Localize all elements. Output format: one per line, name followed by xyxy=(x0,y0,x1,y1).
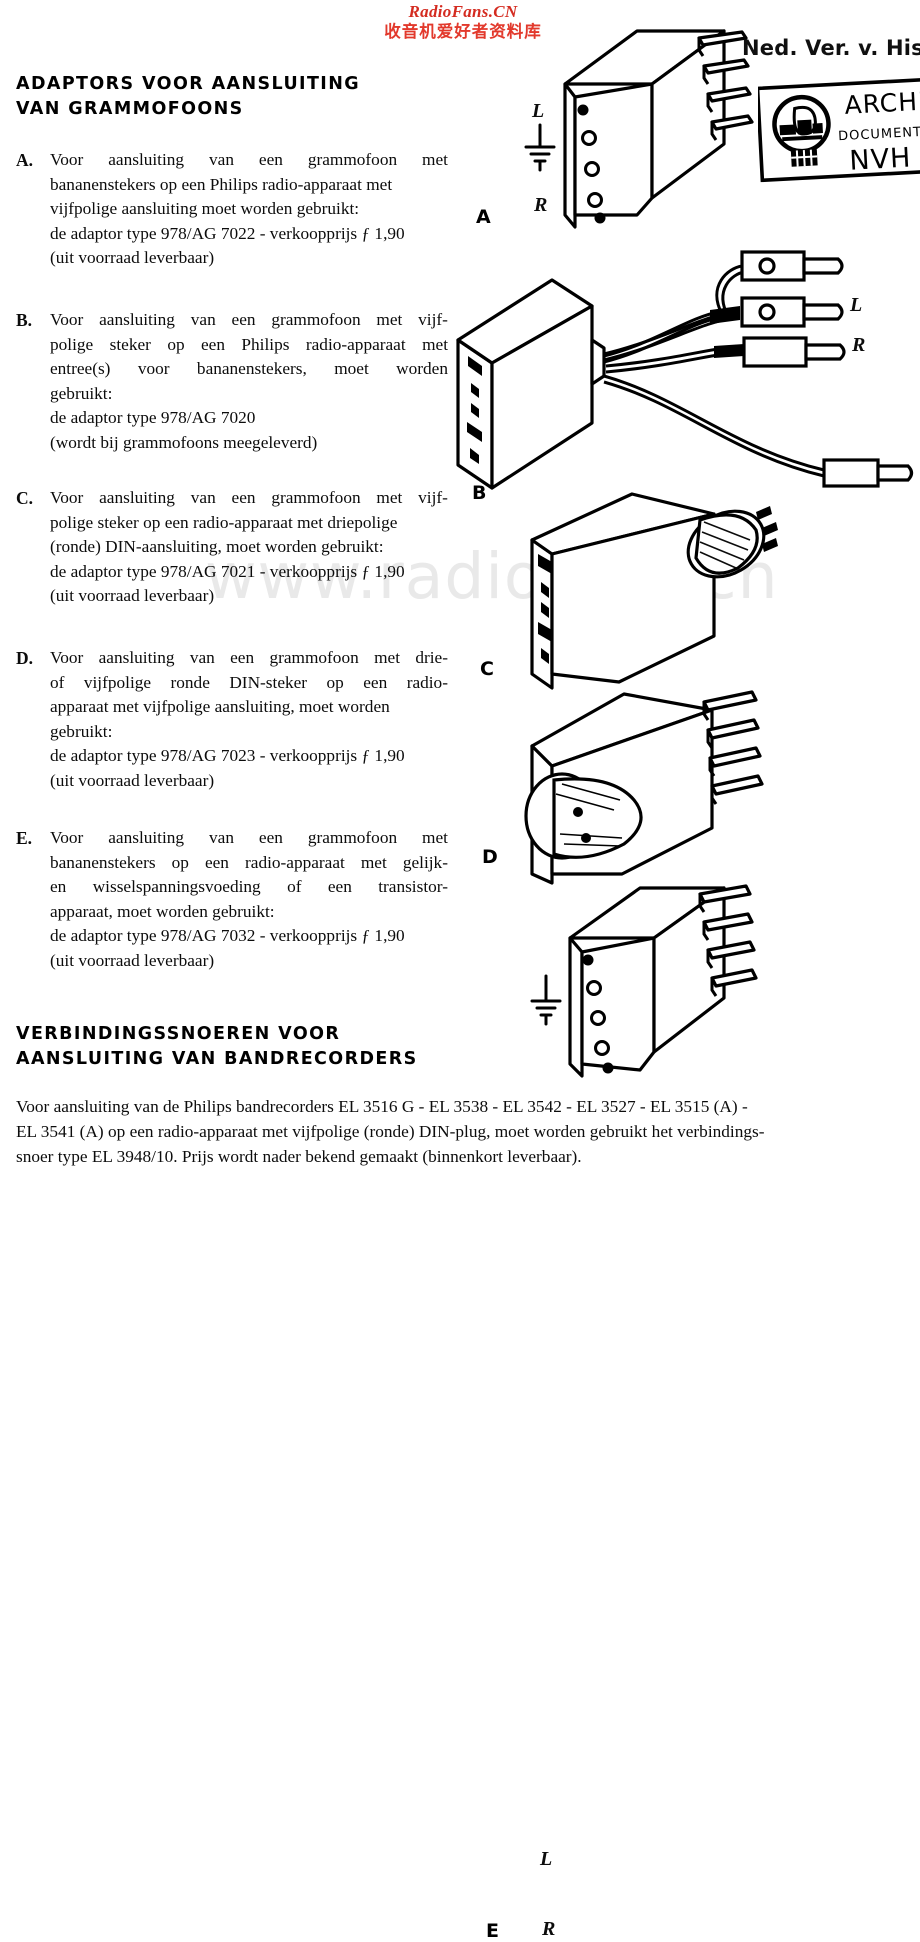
contact-hole-open xyxy=(586,980,602,996)
item-line-product: de adaptor type 978/AG 7032 - verkooppri… xyxy=(50,926,405,945)
stamp-title-text: Ned. Ver. v. Hist xyxy=(742,36,920,60)
figure-c-letter: C xyxy=(480,658,494,680)
item-marker: B. xyxy=(16,310,33,330)
stamp-balloon-icon xyxy=(772,94,831,167)
list-item-a: A. Voor aansluiting van een grammofoon met ba… xyxy=(16,148,448,271)
contact-hole-open xyxy=(587,192,603,208)
item-body: Voor aansluiting van een grammofoon met banan… xyxy=(50,826,448,973)
banana-plug-right xyxy=(742,336,846,368)
figure-b-letter: B xyxy=(472,482,487,504)
item-line: Voor aansluiting van een grammofoon met vijf- xyxy=(50,488,448,507)
heading-adaptors-line1: ADAPTORS VOOR AANSLUITING xyxy=(16,74,361,94)
svg-text:ARCHI: ARCHI xyxy=(844,87,920,120)
figure-a-label-r: R xyxy=(534,194,548,216)
item-line: Voor aansluiting van een grammofoon met xyxy=(50,150,448,169)
banana-plug-left xyxy=(740,296,844,328)
contact-hole-filled xyxy=(582,954,594,966)
item-line-availability: (uit voorraad leverbaar) xyxy=(50,950,215,970)
heading-adaptors: ADAPTORS VOOR AANSLUITING VAN GRAMMOFOON… xyxy=(16,72,436,122)
item-body: Voor aansluiting van een grammofoon met vijf- … xyxy=(50,486,448,609)
contact-hole-open xyxy=(590,1010,606,1026)
item-line: polige steker op een Philips radio-apparaat me… xyxy=(50,334,448,354)
list-item-c: C. Voor aansluiting van een grammofoon met vij… xyxy=(16,486,448,609)
item-line: gebruikt: xyxy=(50,383,113,403)
item-line-availability: (uit voorraad leverbaar) xyxy=(50,770,215,790)
item-line-availability: (wordt bij grammofoons meegeleverd) xyxy=(50,432,318,452)
item-body: Voor aansluiting van een grammofoon met vijf- … xyxy=(50,308,448,455)
item-line: (ronde) DIN-aansluiting, moet worden geb… xyxy=(50,537,384,556)
item-marker: A. xyxy=(16,150,34,170)
figure-a-label-l: L xyxy=(532,100,545,122)
item-line: entree(s) voor bananenstekers, moet worden xyxy=(50,359,448,378)
item-line: en wisselspanningsvoeding of een transistor- xyxy=(50,877,448,896)
item-line: bananenstekers op een radio-apparaat met geli… xyxy=(50,852,448,872)
figure-a-letter: A xyxy=(476,206,491,228)
item-line: gebruikt: xyxy=(50,721,113,741)
item-marker: E. xyxy=(16,828,33,848)
figure-b-label-l: L xyxy=(850,294,863,316)
item-line-product: de adaptor type 978/AG 7023 - verkooppri… xyxy=(50,746,405,765)
contact-hole-open xyxy=(584,161,600,177)
item-line: of vijfpolige ronde DIN-steker op een radio- xyxy=(50,672,448,692)
contact-hole-filled xyxy=(594,212,606,224)
heading-verbindingssnoeren: VERBINDINGSSNOEREN VOOR AANSLUITING VAN … xyxy=(16,1022,456,1072)
earth-symbol xyxy=(524,123,556,172)
figure-e-letter: E xyxy=(486,1920,499,1942)
item-line: polige steker op een radio-apparaat met … xyxy=(50,512,398,532)
item-line-product: de adaptor type 978/AG 7020 xyxy=(50,408,256,427)
earth-symbol xyxy=(530,974,562,1026)
figure-b-adaptor: L R B xyxy=(452,248,920,504)
figure-b-label-r: R xyxy=(852,334,866,356)
figure-e-label-r: R xyxy=(542,1918,556,1940)
contact-hole-open xyxy=(594,1040,610,1056)
item-line-availability: (uit voorraad leverbaar) xyxy=(50,586,215,605)
list-item-d: D. Voor aansluiting van een grammofoon met dri… xyxy=(16,646,448,793)
item-line: Voor aansluiting van een grammofoon met vijf- xyxy=(50,310,448,329)
document-page: RadioFans.CN 收音机爱好者资料库 www.radiofans.cn … xyxy=(0,0,920,1942)
heading-adaptors-line2: VAN GRAMMOFOONS xyxy=(16,99,244,119)
list-item-e: E. Voor aansluiting van een grammofoon met ba… xyxy=(16,826,448,973)
item-line-product: de adaptor type 978/AG 7021 - verkooppri… xyxy=(50,561,405,581)
banana-plug-top xyxy=(740,250,844,282)
archive-stamp: ARCHI DOCUMENTATI NVH xyxy=(755,77,920,193)
item-line-availability: (uit voorraad leverbaar) xyxy=(50,248,215,267)
item-line: Voor aansluiting van een grammofoon met drie- xyxy=(50,648,448,667)
figure-e-label-l: L xyxy=(540,1848,553,1870)
figure-d-letter: D xyxy=(482,846,498,868)
item-body: Voor aansluiting van een grammofoon met banan… xyxy=(50,148,448,271)
contact-hole-open xyxy=(581,130,597,146)
figure-c-adaptor: C xyxy=(480,492,844,692)
item-body: Voor aansluiting van een grammofoon met drie- … xyxy=(50,646,448,793)
banana-plug-bottom xyxy=(822,458,914,488)
item-line: Voor aansluiting van een grammofoon met xyxy=(50,828,448,847)
heading-verbindings-line1: VERBINDINGSSNOEREN VOOR xyxy=(16,1024,341,1044)
item-marker: C. xyxy=(16,488,34,508)
heading-verbindings-line2: AANSLUITING VAN BANDRECORDERS xyxy=(16,1049,418,1069)
item-line: bananenstekers op een Philips radio-appa… xyxy=(50,174,393,194)
item-line: vijfpolige aansluiting moet worden gebru… xyxy=(50,199,360,218)
figure-e-adaptor: L R E xyxy=(486,880,844,1942)
svg-text:NVH: NVH xyxy=(849,142,913,176)
item-line: apparaat met vijfpolige aansluiting, moe… xyxy=(50,697,390,716)
svg-text:DOCUMENTATI: DOCUMENTATI xyxy=(838,124,920,145)
contact-hole-filled xyxy=(602,1062,614,1074)
item-line: apparaat, moet worden gebruikt: xyxy=(50,901,275,921)
list-item-b: B. Voor aansluiting van een grammofoon met vij… xyxy=(16,308,448,455)
figure-d-adaptor: D xyxy=(482,688,844,885)
figure-a-adaptor: L R A xyxy=(452,18,754,238)
item-marker: D. xyxy=(16,648,34,668)
contact-hole-filled xyxy=(577,104,589,116)
item-line-product: de adaptor type 978/AG 7022 - verkooppri… xyxy=(50,223,405,243)
